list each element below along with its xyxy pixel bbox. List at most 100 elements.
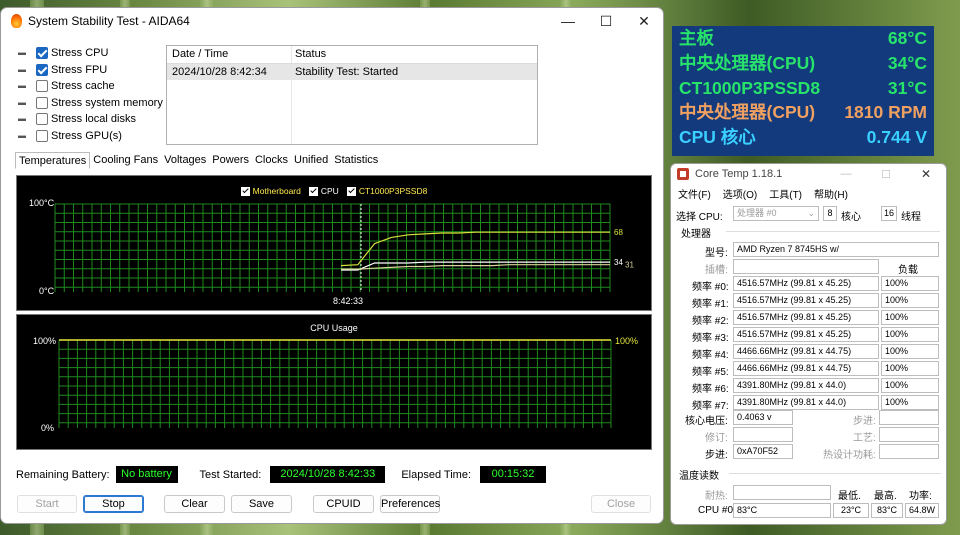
elapsed-time-value: 00:15:32 — [480, 466, 547, 483]
cores-label: 核心 — [841, 212, 861, 223]
series-end-label: 31 — [625, 261, 634, 270]
legend-checkbox[interactable] — [308, 186, 318, 196]
threads-count: 16 — [881, 206, 897, 221]
checkbox[interactable] — [36, 96, 48, 109]
tab-voltages[interactable]: Voltages — [161, 152, 209, 169]
stress-option-label: Stress cache — [51, 80, 115, 93]
temperature-chart-svg: 68 34 31 — [54, 203, 634, 292]
cpu0-min: 23°C — [833, 503, 869, 518]
cpuid-label: 步进: — [705, 450, 728, 461]
osd-label: 中央处理器(CPU) — [679, 102, 816, 123]
minimize-icon[interactable]: — — [549, 13, 587, 30]
log-cell-status: Stability Test: Started — [295, 66, 399, 78]
processor-section-label: 处理器 — [681, 229, 711, 240]
frequency-value: 4516.57MHz (99.81 x 45.25) — [733, 293, 879, 308]
save-button[interactable]: Save — [231, 495, 292, 513]
log-header-status[interactable]: Status — [292, 46, 537, 63]
vid-label: 核心电压: — [685, 416, 728, 427]
stress-option[interactable]: ▬ Stress system memory — [15, 95, 163, 112]
temperature-graph: 68 34 31 Motherboard CPU CT1000P3PSSD8 100°C… — [16, 175, 652, 311]
cpu0-label: CPU #0: — [698, 505, 736, 516]
core-load-value: 100% — [881, 327, 939, 342]
tab-temperatures[interactable]: Temperatures — [15, 152, 91, 169]
checkbox[interactable] — [36, 47, 48, 60]
frequency-value: 4391.80MHz (99.81 x 44.0) — [733, 395, 879, 410]
core-load-value: 100% — [881, 378, 939, 393]
vid-value: 0.4063 v — [733, 410, 793, 425]
log-row[interactable]: 2024/10/28 8:42:34 Stability Test: Start… — [167, 64, 537, 80]
stress-option[interactable]: ▬ Stress cache — [15, 78, 163, 95]
tab-powers[interactable]: Powers — [209, 152, 252, 169]
osd-label: 主板 — [679, 28, 714, 48]
cpuid-button[interactable]: CPUID — [313, 495, 374, 513]
frequency-label: 频率 #6: — [692, 384, 729, 395]
stress-option[interactable]: ▬ Stress GPU(s) — [15, 128, 163, 145]
cpu-axis-top: 100% — [33, 336, 57, 346]
frequency-label: 频率 #2: — [692, 316, 729, 327]
cpu0-power: 64.8W — [905, 503, 939, 518]
threads-label: 线程 — [901, 212, 921, 223]
elapsed-time-label: Elapsed Time: — [401, 468, 472, 481]
legend-item[interactable]: CPU — [308, 186, 339, 196]
model-value: AMD Ryzen 7 8745HS w/ — [733, 242, 939, 257]
menu-item[interactable]: 工具(T) — [769, 186, 802, 201]
legend-item[interactable]: Motherboard — [240, 186, 301, 196]
stress-option-label: Stress CPU — [51, 47, 109, 60]
tab-clocks[interactable]: Clocks — [252, 152, 291, 169]
stress-option[interactable]: ▬ Stress local disks — [15, 111, 163, 128]
tab-cooling-fans[interactable]: Cooling Fans — [90, 152, 161, 169]
menu-item[interactable]: 选项(O) — [723, 186, 757, 201]
cpu-axis-bottom: 0% — [41, 423, 55, 433]
log-header-datetime[interactable]: Date / Time — [167, 46, 292, 63]
core-load-value: 100% — [881, 361, 939, 376]
tab-statistics[interactable]: Statistics — [331, 152, 381, 169]
tab-unified[interactable]: Unified — [291, 152, 331, 169]
fpu-icon: ▬ — [18, 64, 26, 74]
checkbox[interactable] — [36, 63, 48, 76]
stress-option[interactable]: ▬ Stress FPU — [15, 62, 163, 79]
stress-option-label: Stress local disks — [51, 113, 136, 126]
osd-value: 0.744 V — [866, 127, 927, 148]
coretemp-title: Core Temp 1.18.1 — [695, 168, 783, 180]
load-label: 负载 — [898, 265, 918, 276]
event-log[interactable]: Date / Time Status 2024/10/28 8:42:34 St… — [166, 45, 538, 145]
stress-option[interactable]: ▬ Stress CPU — [15, 45, 163, 62]
aida-window: System Stability Test - AIDA64 — ☐ ✕ ▬ St… — [0, 7, 664, 524]
cpu-usage-end-label: 100% — [615, 336, 639, 346]
legend-label: CT1000P3PSSD8 — [358, 186, 428, 196]
checkbox[interactable] — [36, 113, 48, 126]
test-started-value: 2024/10/28 8:42:33 — [270, 466, 386, 483]
checkbox[interactable] — [36, 80, 48, 93]
legend-item[interactable]: CT1000P3PSSD8 — [346, 186, 428, 196]
select-cpu-label: 选择 CPU: — [676, 212, 723, 223]
remaining-battery-value: No battery — [115, 466, 178, 483]
legend-checkbox[interactable] — [346, 186, 356, 196]
legend-checkbox[interactable] — [240, 186, 250, 196]
lithography-value — [879, 427, 939, 442]
osd-label: 中央处理器(CPU) — [679, 52, 816, 73]
minimize-icon[interactable]: — — [826, 168, 866, 180]
start-button[interactable]: Start — [17, 495, 77, 513]
temperature-legend: Motherboard CPU CT1000P3PSSD8 — [17, 186, 651, 196]
cpu-usage-graph: CPU Usage 100% 0% 100% — [16, 314, 652, 450]
close-button[interactable]: Close — [591, 495, 651, 513]
checkbox[interactable] — [36, 129, 48, 142]
maximize-icon[interactable]: ☐ — [587, 13, 625, 30]
menu-item[interactable]: 帮助(H) — [814, 186, 848, 201]
disk-icon: ▬ — [18, 114, 26, 124]
test-started-label: Test Started: — [199, 468, 262, 481]
maximize-icon[interactable]: ☐ — [866, 168, 906, 181]
clear-button[interactable]: Clear — [164, 495, 225, 513]
frequency-value: 4466.66MHz (99.81 x 44.75) — [733, 344, 879, 359]
preferences-button[interactable]: Preferences — [380, 495, 440, 513]
tdp-label: 热设计功耗: — [823, 450, 876, 461]
close-icon[interactable]: ✕ — [906, 167, 946, 181]
select-cpu-dropdown[interactable]: 处理器 #0 ⌄ — [733, 206, 819, 221]
menu-item[interactable]: 文件(F) — [678, 186, 711, 201]
frequency-label: 频率 #4: — [692, 350, 729, 361]
frequency-label: 频率 #7: — [692, 401, 729, 412]
frequency-value: 4466.66MHz (99.81 x 44.75) — [733, 361, 879, 376]
close-icon[interactable]: ✕ — [625, 13, 663, 30]
stop-button[interactable]: Stop — [83, 495, 144, 513]
osd-row: 中央处理器(CPU) 34°C — [672, 51, 934, 76]
